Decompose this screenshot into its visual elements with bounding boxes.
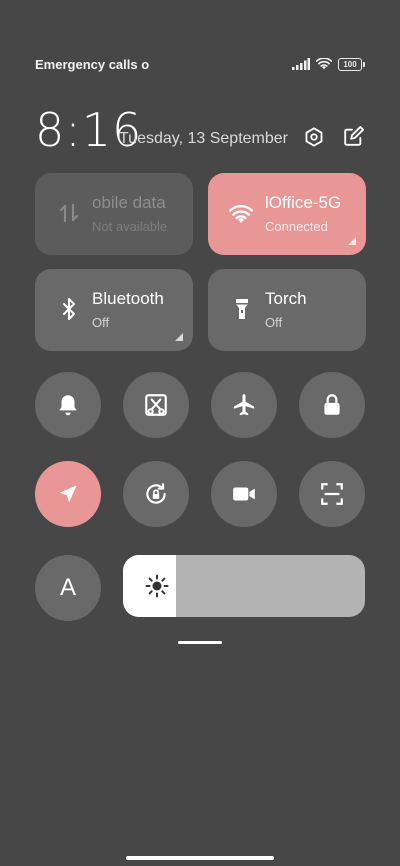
airplane-toggle[interactable] bbox=[211, 372, 277, 438]
sound-toggle[interactable] bbox=[35, 372, 101, 438]
wifi-icon bbox=[316, 58, 332, 70]
settings-icon[interactable] bbox=[303, 126, 325, 148]
lock-icon bbox=[324, 394, 340, 415]
wifi-tile[interactable]: lOffice-5G Connected bbox=[208, 173, 366, 255]
scanner-toggle[interactable] bbox=[299, 461, 365, 527]
location-toggle[interactable] bbox=[35, 461, 101, 527]
status-icons: 100 bbox=[292, 57, 365, 71]
bluetooth-subtitle: Off bbox=[92, 315, 110, 330]
clock-header: 8:16 Tuesday, 13 September bbox=[35, 103, 365, 157]
wifi-expand-icon[interactable] bbox=[348, 237, 356, 245]
auto-brightness-label: A bbox=[59, 574, 76, 601]
airplane-icon bbox=[233, 394, 255, 416]
bluetooth-title: Bluetooth bbox=[92, 289, 164, 308]
sun-icon bbox=[145, 574, 169, 598]
location-icon bbox=[59, 485, 77, 503]
torch-icon bbox=[236, 299, 248, 319]
mobile-data-subtitle: Not available bbox=[92, 219, 168, 234]
screenshot-icon bbox=[145, 394, 167, 416]
rotation-lock-toggle[interactable] bbox=[123, 461, 189, 527]
bluetooth-icon bbox=[63, 298, 75, 320]
wifi-icon bbox=[229, 205, 253, 223]
mobile-data-icon bbox=[59, 203, 79, 223]
battery-icon: 100 bbox=[338, 57, 365, 71]
auto-brightness-button[interactable]: A bbox=[35, 555, 101, 621]
mobile-data-tile[interactable]: obile data Not available bbox=[35, 173, 193, 255]
mobile-data-title: obile data bbox=[92, 193, 166, 212]
screen-record-icon bbox=[233, 487, 255, 501]
scanner-icon bbox=[321, 483, 343, 505]
bluetooth-expand-icon[interactable] bbox=[175, 333, 183, 341]
torch-subtitle: Off bbox=[265, 315, 283, 330]
edit-icon[interactable] bbox=[342, 126, 364, 148]
panel-handle[interactable] bbox=[178, 641, 222, 644]
bluetooth-tile[interactable]: Bluetooth Off bbox=[35, 269, 193, 351]
bell-icon bbox=[59, 395, 77, 416]
signal-icon bbox=[292, 58, 310, 70]
brightness-slider[interactable] bbox=[123, 555, 365, 617]
rotation-lock-icon bbox=[146, 483, 166, 504]
torch-tile[interactable]: Torch Off bbox=[208, 269, 366, 351]
wifi-subtitle: Connected bbox=[265, 219, 328, 234]
wifi-title: lOffice-5G bbox=[265, 193, 342, 212]
status-bar: Emergency calls o 100 bbox=[35, 55, 365, 73]
torch-title: Torch bbox=[265, 289, 307, 308]
screen-record-toggle[interactable] bbox=[211, 461, 277, 527]
home-indicator[interactable] bbox=[126, 856, 274, 860]
date-text: Tuesday, 13 September bbox=[119, 130, 288, 147]
carrier-text: Emergency calls o bbox=[35, 56, 150, 72]
lock-screen-toggle[interactable] bbox=[299, 372, 365, 438]
screenshot-toggle[interactable] bbox=[123, 372, 189, 438]
